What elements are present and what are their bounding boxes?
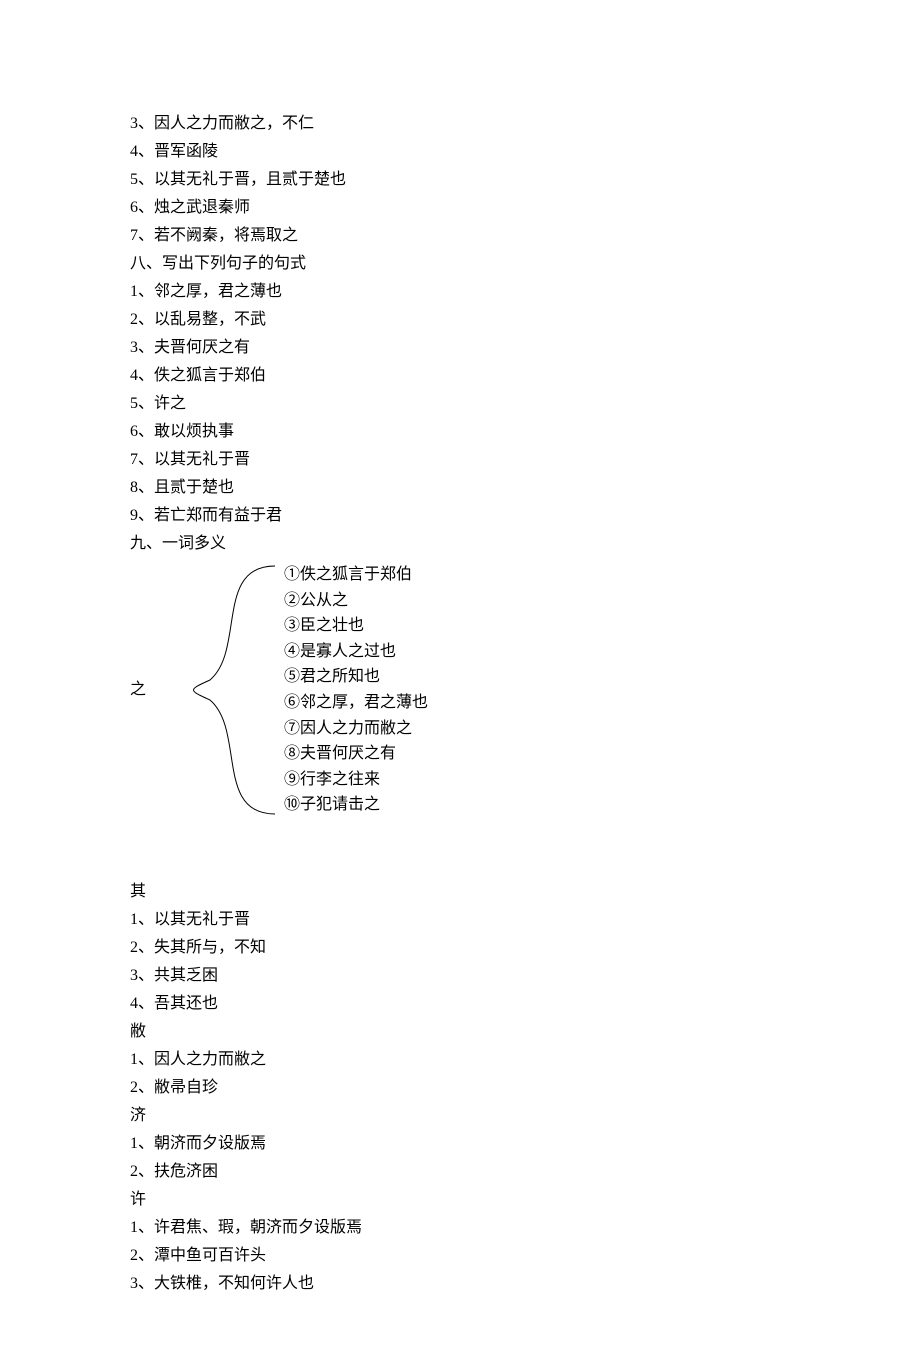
bottom-lines-block: 其 1、以其无礼于晋 2、失其所与，不知 3、共其乏困 4、吾其还也 敝 1、因… [130, 878, 790, 1298]
text-line: 5、许之 [130, 390, 790, 418]
text-line: 7、以其无礼于晋 [130, 446, 790, 474]
text-line: 3、夫晋何厌之有 [130, 334, 790, 362]
zhi-item: ⑦因人之力而敝之 [284, 716, 428, 742]
text-line: 7、若不阙秦，将焉取之 [130, 222, 790, 250]
zhi-item: ①佚之狐言于郑伯 [284, 562, 428, 588]
zhi-item: ⑥邻之厚，君之薄也 [284, 690, 428, 716]
text-line: 1、许君焦、瑕，朝济而夕设版焉 [130, 1214, 790, 1242]
text-line: 1、以其无礼于晋 [130, 906, 790, 934]
text-line: 八、写出下列句子的句式 [130, 250, 790, 278]
text-line: 2、失其所与，不知 [130, 934, 790, 962]
text-line: 济 [130, 1102, 790, 1130]
text-line: 4、佚之狐言于郑伯 [130, 362, 790, 390]
document-page: 3、因人之力而敝之，不仁 4、晋军函陵 5、以其无礼于晋，且贰于楚也 6、烛之武… [0, 0, 920, 1358]
text-line: 8、且贰于楚也 [130, 474, 790, 502]
vertical-gap [130, 822, 790, 878]
zhi-item: ②公从之 [284, 588, 428, 614]
text-line: 6、敢以烦执事 [130, 418, 790, 446]
text-line: 1、邻之厚，君之薄也 [130, 278, 790, 306]
text-line: 3、大铁椎，不知何许人也 [130, 1270, 790, 1298]
text-line: 2、以乱易整，不武 [130, 306, 790, 334]
text-line: 许 [130, 1186, 790, 1214]
zhi-item: ④是寡人之过也 [284, 639, 428, 665]
zhi-item: ③臣之壮也 [284, 613, 428, 639]
text-line: 4、晋军函陵 [130, 138, 790, 166]
top-lines-block: 3、因人之力而敝之，不仁 4、晋军函陵 5、以其无礼于晋，且贰于楚也 6、烛之武… [130, 110, 790, 558]
text-line: 1、因人之力而敝之 [130, 1046, 790, 1074]
zhi-items-block: ①佚之狐言于郑伯 ②公从之 ③臣之壮也 ④是寡人之过也 ⑤君之所知也 ⑥邻之厚，… [280, 562, 428, 818]
zhi-item: ⑧夫晋何厌之有 [284, 741, 428, 767]
zhi-item: ⑩子犯请击之 [284, 792, 428, 818]
text-line: 9、若亡郑而有益于君 [130, 502, 790, 530]
text-line: 5、以其无礼于晋，且贰于楚也 [130, 166, 790, 194]
text-line: 4、吾其还也 [130, 990, 790, 1018]
text-line: 2、潭中鱼可百许头 [130, 1242, 790, 1270]
text-line: 3、共其乏困 [130, 962, 790, 990]
text-line: 2、扶危济困 [130, 1158, 790, 1186]
zhi-item: ⑤君之所知也 [284, 664, 428, 690]
zhi-brace-section: 之 ①佚之狐言于郑伯 ②公从之 ③臣之壮也 ④是寡人之过也 ⑤君之所知也 ⑥邻之… [130, 560, 790, 820]
text-line: 1、朝济而夕设版焉 [130, 1130, 790, 1158]
text-line: 6、烛之武退秦师 [130, 194, 790, 222]
text-line: 敝 [130, 1018, 790, 1046]
text-line: 2、敝帚自珍 [130, 1074, 790, 1102]
zhi-item: ⑨行李之往来 [284, 767, 428, 793]
text-line: 3、因人之力而敝之，不仁 [130, 110, 790, 138]
text-line: 其 [130, 878, 790, 906]
left-brace-icon [170, 560, 280, 820]
text-line: 九、一词多义 [130, 530, 790, 558]
zhi-character: 之 [130, 676, 170, 704]
